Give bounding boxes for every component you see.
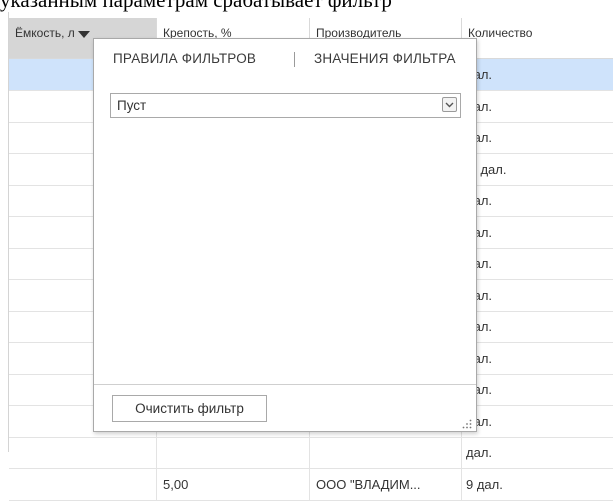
cell-capacity <box>9 437 157 468</box>
cell-quantity: 9 дал. <box>462 469 613 500</box>
filter-condition-value: Пуст <box>117 98 147 113</box>
cell-quantity: дал. <box>462 437 613 468</box>
cell-strength: 5,00 <box>157 468 310 500</box>
cell-quantity: дал. <box>462 406 613 437</box>
cell-quantity: дал. <box>462 217 613 248</box>
filter-condition-select[interactable]: Пуст <box>110 93 461 118</box>
table-row[interactable]: 5,00 ООО "ВЛАДИМ... 9 дал. <box>9 468 613 501</box>
document-text: указанным параметрам срабатывает фильтр <box>0 0 392 12</box>
cell-producer: ООО "ВЛАДИМ... <box>310 468 462 500</box>
cell-strength <box>157 437 310 468</box>
filter-tabs: ПРАВИЛА ФИЛЬТРОВ ЗНАЧЕНИЯ ФИЛЬТРА <box>94 39 476 79</box>
cell-quantity: дал. <box>462 59 613 90</box>
cell-quantity: дал. <box>462 343 613 374</box>
clear-filter-button[interactable]: Очистить фильтр <box>112 395 267 422</box>
tab-filter-values[interactable]: ЗНАЧЕНИЯ ФИЛЬТРА <box>314 51 456 66</box>
column-header-label: Количество <box>468 26 533 40</box>
resize-grip-icon[interactable] <box>462 419 472 429</box>
filter-popup: ПРАВИЛА ФИЛЬТРОВ ЗНАЧЕНИЯ ФИЛЬТРА Пуст О… <box>93 38 477 432</box>
table-row[interactable]: дал. <box>9 437 613 469</box>
column-header-label: Ёмкость, л <box>15 26 75 40</box>
cell-quantity: дал. <box>462 311 613 342</box>
filter-icon[interactable] <box>77 31 90 38</box>
cell-producer <box>310 437 462 468</box>
dropdown-button[interactable] <box>442 97 457 112</box>
cell-quantity: дал. <box>462 122 613 153</box>
filter-popup-footer: Очистить фильтр <box>94 384 476 432</box>
cell-quantity: дал. <box>462 280 613 311</box>
cell-capacity <box>9 468 157 500</box>
cell-quantity: дал. <box>462 374 613 405</box>
tab-divider <box>294 52 295 67</box>
tab-filter-rules[interactable]: ПРАВИЛА ФИЛЬТРОВ <box>113 51 256 66</box>
cell-quantity: дал. <box>462 91 613 122</box>
cell-quantity: дал. <box>462 185 613 216</box>
column-header-quantity[interactable]: Количество <box>462 18 613 58</box>
cell-quantity: ,3 дал. <box>462 154 613 185</box>
cell-quantity: дал. <box>462 248 613 279</box>
chevron-down-icon <box>445 102 454 108</box>
